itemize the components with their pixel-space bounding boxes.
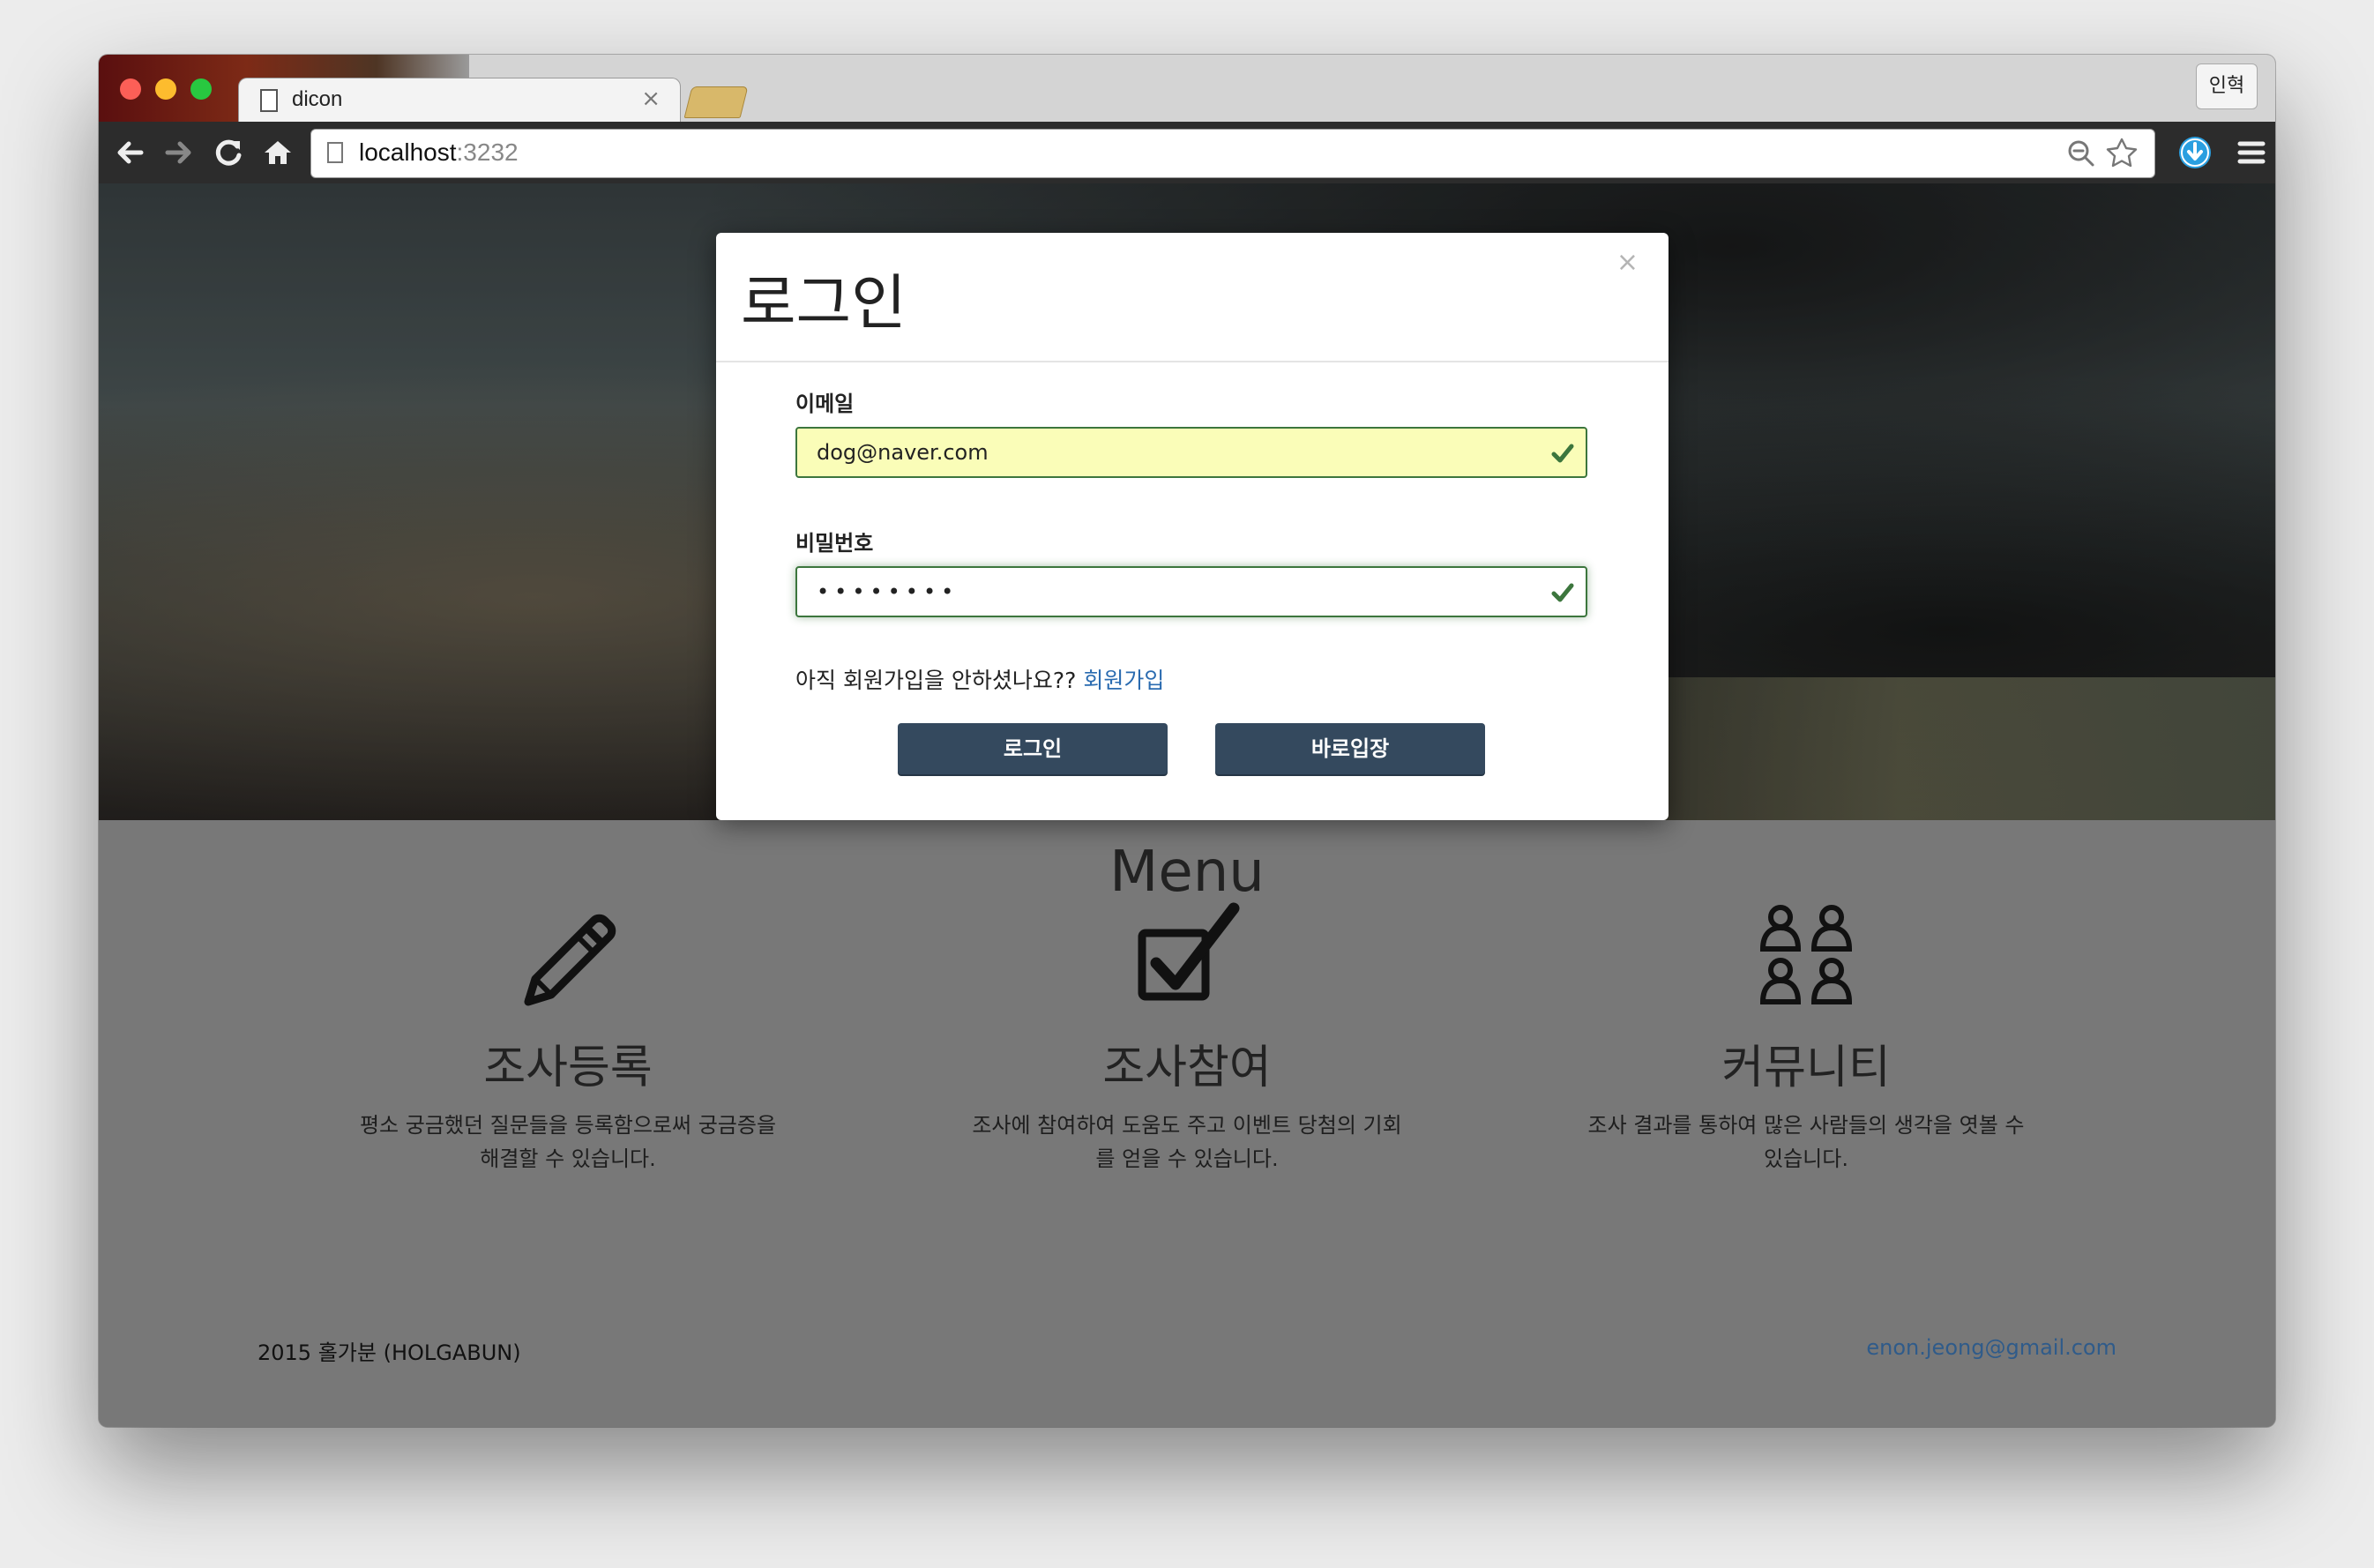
url-text: localhost:3232 <box>359 138 519 167</box>
menu-title: Menu <box>1109 840 1265 905</box>
footer-email-link[interactable]: enon.jeong@gmail.com <box>1866 1335 2116 1360</box>
valid-check-icon <box>1550 580 1575 605</box>
new-tab-button[interactable] <box>683 86 749 118</box>
feature-description: 조사에 참여하여 도움도 주고 이벤트 당첨의 기회를 얻을 수 있습니다. <box>972 1113 1402 1171</box>
menu-section: Menu 조사등록 평소 궁금했던 질문들을 등록함으로써 궁금증을 해결할 수… <box>99 820 2275 1427</box>
url-host: localhost <box>359 138 457 166</box>
footer-copyright: 2015 홀가분 (HOLGABUN) <box>258 1340 521 1365</box>
home-icon[interactable] <box>259 134 296 171</box>
browser-toolbar: localhost:3232 <box>99 122 2275 183</box>
reload-icon[interactable] <box>210 134 247 171</box>
profile-button[interactable]: 인혁 <box>2196 63 2258 109</box>
page-icon <box>327 142 343 163</box>
address-bar[interactable]: localhost:3232 <box>310 129 2155 178</box>
back-arrow-icon[interactable] <box>111 134 148 171</box>
password-label: 비밀번호 <box>795 531 874 556</box>
feature-description: 조사 결과를 통하여 많은 사람들의 생각을 엿볼 수 있습니다. <box>1587 1113 2025 1171</box>
bookmark-star-icon[interactable] <box>2105 137 2139 170</box>
tab-bar: dicon × 인혁 <box>99 55 2275 124</box>
close-icon[interactable]: × <box>1616 247 1639 278</box>
zoom-icon[interactable] <box>2066 138 2096 168</box>
login-button[interactable]: 로그인 <box>898 723 1168 774</box>
guest-entry-button[interactable]: 바로입장 <box>1215 723 1485 774</box>
modal-header: 로그인 × <box>716 233 1669 362</box>
feature-register[interactable]: 조사등록 평소 궁금했던 질문들을 등록함으로써 궁금증을 해결할 수 있습니다… <box>321 898 815 1176</box>
people-icon <box>1749 898 1863 1012</box>
signup-prompt-text: 아직 회원가입을 안하셨나요?? <box>795 668 1084 693</box>
feature-title: 커뮤니티 <box>1721 1042 1891 1094</box>
url-port: :3232 <box>456 138 519 166</box>
tab-title: dicon <box>292 87 343 111</box>
email-label: 이메일 <box>795 392 855 416</box>
browser-window: dicon × 인혁 localhost:3232 Menu 조사등록 평소 궁… <box>99 55 2275 1427</box>
login-modal: 로그인 × 이메일 비밀번호 아직 회원가입을 안하셨나요?? 회원가입 로그인… <box>716 233 1669 820</box>
minimize-window-button[interactable] <box>155 78 176 100</box>
browser-tab[interactable]: dicon × <box>238 78 681 124</box>
feature-title: 조사등록 <box>483 1042 653 1094</box>
tab-close-icon[interactable]: × <box>641 86 661 112</box>
checkbox-icon <box>1130 898 1244 1012</box>
signup-prompt: 아직 회원가입을 안하셨나요?? 회원가입 <box>795 663 1164 695</box>
page-icon <box>260 89 278 112</box>
forward-arrow-icon[interactable] <box>161 134 198 171</box>
feature-participate[interactable]: 조사참여 조사에 참여하여 도움도 주고 이벤트 당첨의 기회를 얻을 수 있습… <box>940 898 1434 1176</box>
feature-description: 평소 궁금했던 질문들을 등록함으로써 궁금증을 해결할 수 있습니다. <box>359 1113 777 1171</box>
valid-check-icon <box>1550 441 1575 466</box>
signup-link[interactable]: 회원가입 <box>1083 668 1164 693</box>
password-field[interactable] <box>795 566 1587 617</box>
close-window-button[interactable] <box>120 78 141 100</box>
pencil-icon <box>511 898 625 1012</box>
maximize-window-button[interactable] <box>190 78 212 100</box>
modal-title: 로그인 <box>741 269 907 339</box>
menu-hamburger-icon[interactable] <box>2233 134 2270 171</box>
feature-title: 조사참여 <box>1102 1042 1272 1094</box>
feature-community[interactable]: 커뮤니티 조사 결과를 통하여 많은 사람들의 생각을 엿볼 수 있습니다. <box>1559 898 2053 1176</box>
email-field[interactable] <box>795 427 1587 478</box>
download-icon[interactable] <box>2176 134 2213 171</box>
